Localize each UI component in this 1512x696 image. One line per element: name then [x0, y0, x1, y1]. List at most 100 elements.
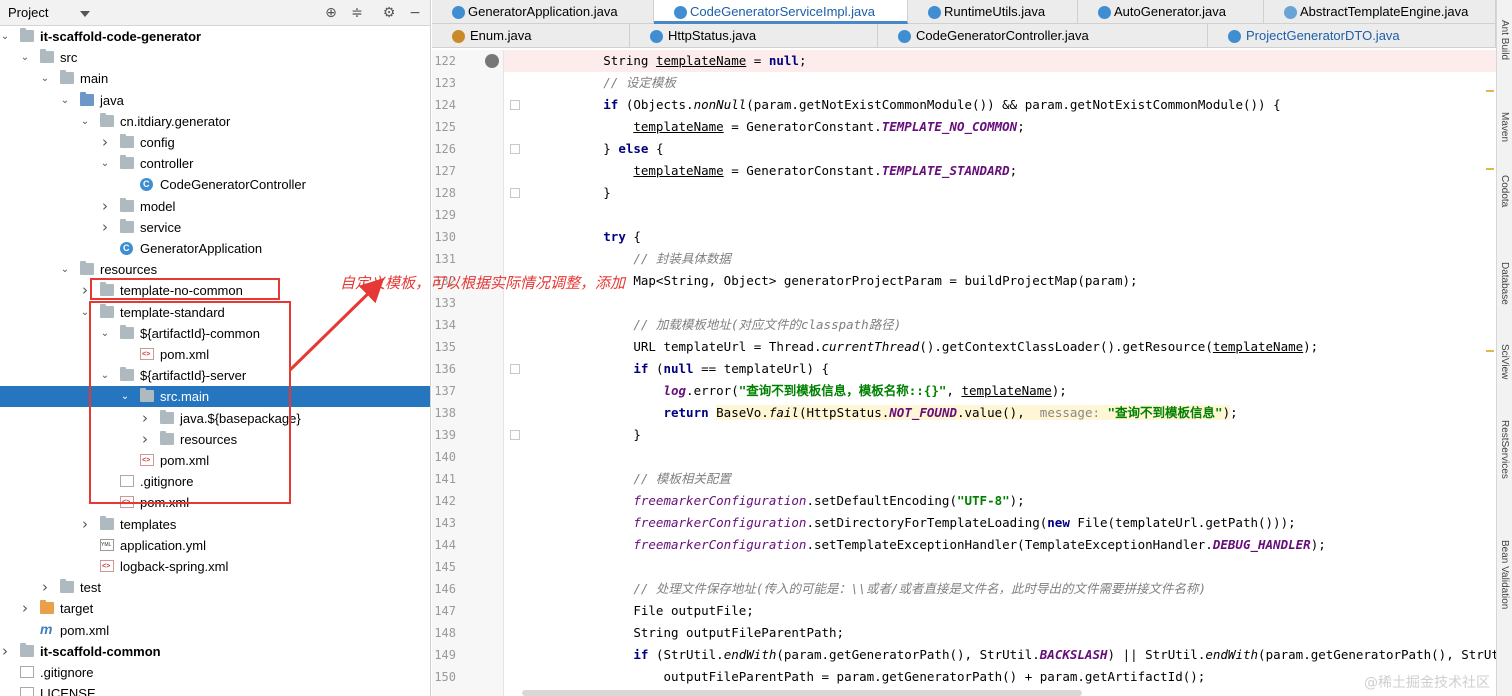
chevron-down-icon[interactable]: ⌄	[58, 259, 72, 280]
package-icon	[100, 112, 114, 127]
tool-window-button[interactable]: Codota	[1499, 175, 1510, 207]
tree-item[interactable]: › config	[0, 132, 430, 153]
tree-item[interactable]: .gitignore	[0, 662, 430, 683]
line-number: 128	[434, 186, 456, 200]
tab-label: CodeGeneratorServiceImpl.java	[690, 4, 875, 19]
tree-item[interactable]: GeneratorApplication	[0, 238, 430, 259]
tree-item[interactable]: ⌄ it-scaffold-code-generator	[0, 26, 430, 47]
code-line-128: }	[528, 185, 611, 200]
editor-tab[interactable]: Enum.java	[432, 24, 630, 48]
editor-tab[interactable]: HttpStatus.java	[630, 24, 878, 48]
tree-item[interactable]: ⌄ cn.itdiary.generator	[0, 111, 430, 132]
chevron-right-icon[interactable]: ›	[78, 514, 92, 535]
tree-item[interactable]: › service	[0, 217, 430, 238]
tree-item[interactable]: m pom.xml	[0, 620, 430, 641]
line-number: 123	[434, 76, 456, 90]
breakpoint-icon[interactable]	[485, 54, 499, 68]
editor-tab[interactable]: CodeGeneratorServiceImpl.java	[654, 0, 908, 24]
tree-item[interactable]: ⌄ main	[0, 68, 430, 89]
tree-item[interactable]: CodeGeneratorController	[0, 174, 430, 195]
line-number: 144	[434, 538, 456, 552]
line-number: 134	[434, 318, 456, 332]
warning-mark[interactable]	[1486, 350, 1494, 352]
hide-icon[interactable]: −	[406, 4, 424, 22]
code-line-125: templateName = GeneratorConstant.TEMPLAT…	[633, 119, 1025, 134]
warning-mark[interactable]	[1486, 90, 1494, 92]
line-number: 135	[434, 340, 456, 354]
horizontal-scrollbar[interactable]	[522, 690, 1082, 696]
line-number: 126	[434, 142, 456, 156]
tree-item-label: it-scaffold-code-generator	[40, 29, 202, 44]
fold-marker[interactable]	[510, 430, 520, 440]
line-number: 142	[434, 494, 456, 508]
error-stripe[interactable]	[1486, 50, 1494, 696]
editor-tab[interactable]: AbstractTemplateEngine.java	[1264, 0, 1496, 24]
fold-marker[interactable]	[510, 364, 520, 374]
tree-item[interactable]: › target	[0, 598, 430, 619]
code-line-137: log.error("查询不到模板信息，模板名称::{}", templateN…	[663, 383, 1067, 398]
tree-item-label: java	[100, 92, 124, 108]
chevron-down-icon[interactable]: ⌄	[58, 90, 72, 111]
tree-item[interactable]: application.yml	[0, 535, 430, 556]
editor-tab[interactable]: RuntimeUtils.java	[908, 0, 1078, 24]
tree-item[interactable]: ⌄ controller	[0, 153, 430, 174]
gear-icon[interactable]: ⚙	[380, 4, 398, 22]
chevron-down-icon[interactable]: ⌄	[18, 47, 32, 68]
tree-item[interactable]: ⌄ java	[0, 90, 430, 111]
right-tool-strip: Ant Build Maven Codota Database SciView RestS…	[1496, 0, 1512, 696]
chevron-right-icon[interactable]: ›	[98, 217, 112, 238]
tool-window-button[interactable]: SciView	[1499, 344, 1510, 379]
line-number: 129	[434, 208, 456, 222]
line-number: 127	[434, 164, 456, 178]
fold-marker[interactable]	[510, 188, 520, 198]
tree-item-label: it-scaffold-common	[40, 643, 161, 659]
warning-mark[interactable]	[1486, 168, 1494, 170]
editor-tab[interactable]: CodeGeneratorController.java	[878, 24, 1208, 48]
annotation-text: 自定义模板，可以根据实际情况调整，添加	[340, 274, 626, 292]
line-number: 138	[434, 406, 456, 420]
tree-item[interactable]: › test	[0, 577, 430, 598]
folder-icon	[60, 70, 74, 85]
package-icon	[120, 218, 134, 233]
tool-window-button[interactable]: Database	[1499, 262, 1510, 305]
collapse-all-icon[interactable]: ≑	[348, 4, 366, 22]
tree-item[interactable]: logback-spring.xml	[0, 556, 430, 577]
chevron-right-icon[interactable]: ›	[98, 132, 112, 153]
chevron-down-icon[interactable]: ⌄	[78, 111, 92, 132]
crosshair-icon[interactable]: ⊕	[322, 4, 340, 22]
chevron-down-icon[interactable]	[80, 9, 90, 19]
code-line-124: if (Objects.nonNull(param.getNotExistCom…	[603, 97, 1281, 112]
chevron-down-icon[interactable]: ⌄	[98, 153, 112, 174]
tree-item[interactable]: ⌄ src	[0, 47, 430, 68]
editor-tab[interactable]: ProjectGeneratorDTO.java	[1208, 24, 1496, 48]
code-line-130: try {	[603, 229, 641, 244]
line-number: 139	[434, 428, 456, 442]
tool-window-button[interactable]: Bean Validation	[1499, 540, 1510, 609]
project-view-selector[interactable]: Project	[8, 5, 48, 20]
tool-window-button[interactable]: RestServices	[1499, 420, 1510, 479]
editor-tab[interactable]: GeneratorApplication.java	[432, 0, 654, 24]
tree-item-label: cn.itdiary.generator	[120, 113, 231, 129]
tool-window-button[interactable]: Ant Build	[1499, 20, 1510, 60]
line-number: 140	[434, 450, 456, 464]
java-file-icon	[650, 30, 663, 43]
editor-tab[interactable]: AutoGenerator.java	[1078, 0, 1264, 24]
tree-item-label: templates	[120, 516, 177, 532]
chevron-down-icon[interactable]: ⌄	[38, 68, 52, 89]
fold-marker[interactable]	[510, 100, 520, 110]
code-area[interactable]: 122 123 124 125 126 127 128 129 130 131 132 133 134 1…	[432, 50, 1512, 696]
fold-marker[interactable]	[510, 144, 520, 154]
folder-src-icon	[80, 91, 94, 106]
annotation-box-template-standard	[89, 301, 291, 504]
tree-item[interactable]: › it-scaffold-common	[0, 641, 430, 662]
tree-item[interactable]: › model	[0, 196, 430, 217]
chevron-right-icon[interactable]: ›	[0, 641, 12, 662]
tree-item[interactable]: › templates	[0, 514, 430, 535]
chevron-down-icon[interactable]: ⌄	[0, 26, 12, 47]
tool-window-button[interactable]: Maven	[1499, 112, 1510, 142]
chevron-right-icon[interactable]: ›	[98, 196, 112, 217]
chevron-right-icon[interactable]: ›	[18, 598, 32, 619]
chevron-right-icon[interactable]: ›	[38, 577, 52, 598]
tree-item[interactable]: LICENSE	[0, 683, 430, 696]
editor-tabs-row-2: Enum.java HttpStatus.java CodeGeneratorCon…	[432, 24, 1512, 48]
